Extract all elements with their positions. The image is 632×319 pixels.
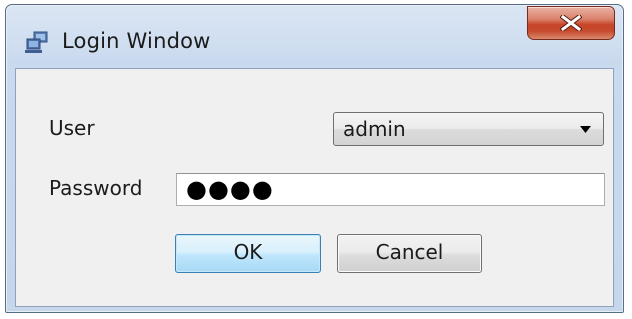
close-icon: [560, 15, 582, 31]
computer-network-icon: [25, 30, 49, 54]
ok-button[interactable]: OK: [175, 234, 321, 273]
window-title: Login Window: [62, 29, 211, 53]
password-masked-value: ●●●●: [186, 175, 274, 203]
password-label: Password: [49, 176, 143, 200]
user-label: User: [49, 116, 95, 140]
user-select-value: admin: [343, 117, 406, 141]
title-bar[interactable]: Login Window: [6, 5, 623, 67]
login-form: User admin Password ●●●● OK Cancel: [15, 68, 614, 307]
login-window: Login Window User admin Password ●●●● OK…: [5, 4, 624, 313]
chevron-down-icon: [580, 126, 591, 133]
close-button[interactable]: [527, 6, 615, 40]
cancel-button[interactable]: Cancel: [337, 234, 482, 273]
user-select[interactable]: admin: [333, 112, 604, 146]
password-field[interactable]: ●●●●: [176, 173, 605, 206]
